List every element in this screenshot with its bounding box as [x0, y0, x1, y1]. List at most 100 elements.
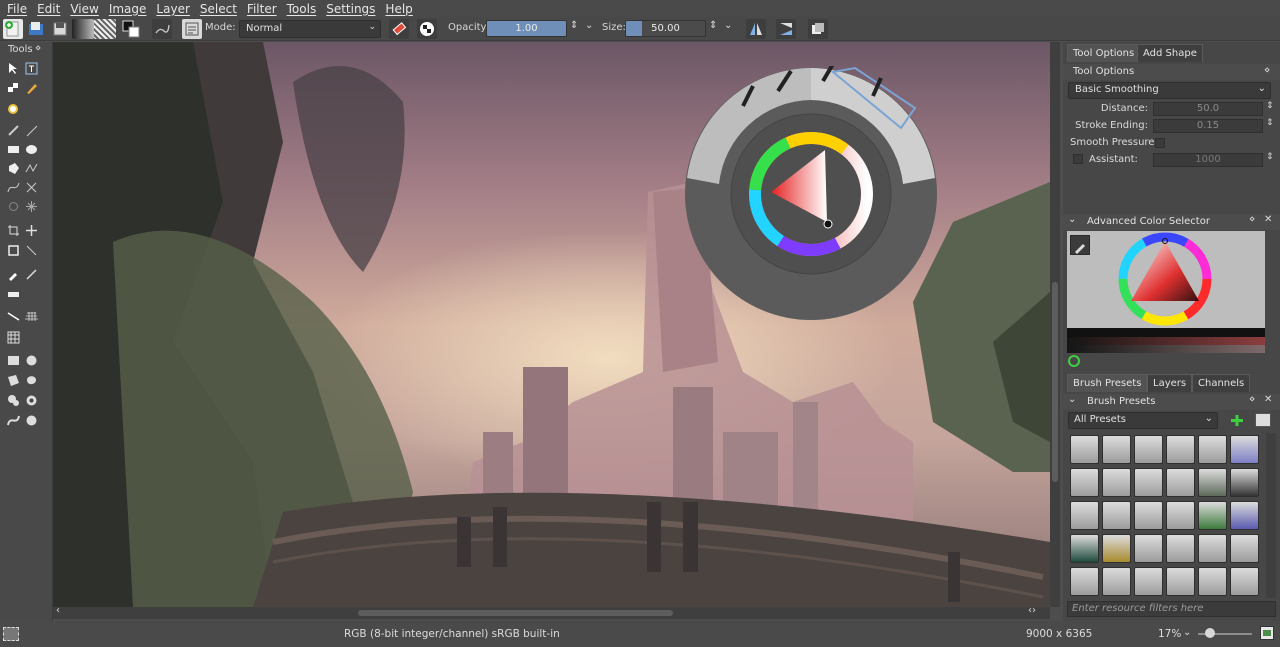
- distance-field[interactable]: 50.0: [1153, 102, 1263, 116]
- opacity-chevron-down-icon[interactable]: ⌄: [585, 20, 593, 31]
- size-chevron-down-icon[interactable]: ⌄: [724, 20, 732, 31]
- assistant-icon[interactable]: [25, 200, 38, 213]
- multibrush-icon[interactable]: [7, 200, 20, 213]
- menu-file[interactable]: File: [4, 2, 34, 16]
- menu-filter[interactable]: Filter: [244, 2, 284, 16]
- perspective-grid-icon[interactable]: [25, 310, 38, 323]
- selection-mode-icon[interactable]: [3, 627, 19, 641]
- magnetic-select-icon[interactable]: [25, 414, 38, 427]
- horizontal-scroll-thumb[interactable]: [358, 610, 673, 616]
- color-selector-close-icon[interactable]: ✕: [1264, 214, 1272, 225]
- gradient-swatch-icon[interactable]: [72, 19, 94, 39]
- brush-preset-tile[interactable]: [1166, 501, 1195, 530]
- tab-brush-presets[interactable]: Brush Presets: [1067, 374, 1148, 392]
- popup-palette[interactable]: [683, 62, 939, 322]
- zoom-value[interactable]: 17%: [1158, 628, 1181, 640]
- color-selector-float-icon[interactable]: ⋄: [1249, 214, 1255, 225]
- brush-preset-tile[interactable]: [1230, 468, 1259, 497]
- dynamic-brush-icon[interactable]: [25, 181, 38, 194]
- scroll-right-icon[interactable]: ‹›: [1028, 605, 1036, 616]
- ellipse-tool-icon[interactable]: [25, 143, 38, 156]
- brush-preset-tile[interactable]: [1102, 567, 1131, 596]
- history-colors-bar[interactable]: [1067, 328, 1265, 337]
- menu-help[interactable]: Help: [382, 2, 419, 16]
- preset-scrollbar[interactable]: [1266, 433, 1276, 598]
- move-tool-icon[interactable]: [25, 224, 38, 237]
- brush-preset-tile[interactable]: [1230, 567, 1259, 596]
- fill-tool-icon[interactable]: [7, 102, 20, 115]
- preset-view-mode-icon[interactable]: [1255, 413, 1271, 427]
- brush-preset-tile[interactable]: [1198, 567, 1227, 596]
- menu-select[interactable]: Select: [197, 2, 244, 16]
- resource-filter-input[interactable]: Enter resource filters here: [1067, 601, 1276, 617]
- similar-select-icon[interactable]: [25, 394, 38, 407]
- bezier-tool-icon[interactable]: [7, 181, 20, 194]
- brush-preset-tile[interactable]: [1166, 567, 1195, 596]
- select-shapes-icon[interactable]: [7, 62, 20, 75]
- fg-bg-color-icon[interactable]: [120, 19, 140, 39]
- menu-edit[interactable]: Edit: [34, 2, 67, 16]
- mirror-horizontal-icon[interactable]: [746, 19, 766, 39]
- zoom-chevron-down-icon[interactable]: ⌄: [1183, 627, 1191, 638]
- preset-tag-select[interactable]: All Presets ⌄: [1068, 412, 1218, 429]
- open-document-icon[interactable]: [26, 19, 46, 39]
- opacity-slider[interactable]: 1.00: [486, 20, 567, 37]
- assistant-field[interactable]: 1000: [1153, 153, 1263, 167]
- brush-preset-tile[interactable]: [1134, 501, 1163, 530]
- tab-add-shape[interactable]: Add Shape: [1137, 44, 1203, 62]
- polygon-select-icon[interactable]: [7, 374, 20, 387]
- assistant-checkbox[interactable]: [1073, 154, 1083, 164]
- brush-preset-tile[interactable]: [1102, 468, 1131, 497]
- brush-preset-tile[interactable]: [1070, 435, 1099, 464]
- stroke-ending-spin-icon[interactable]: ⇕: [1266, 118, 1274, 128]
- refresh-icon[interactable]: [1068, 355, 1080, 367]
- brush-preset-tile[interactable]: [1102, 501, 1131, 530]
- brush-preset-tile[interactable]: [1134, 435, 1163, 464]
- brush-preset-tile[interactable]: [1070, 501, 1099, 530]
- freehand-select-icon[interactable]: [25, 374, 38, 387]
- brush-preset-tile[interactable]: [1102, 435, 1131, 464]
- rect-select-icon[interactable]: [7, 354, 20, 367]
- brush-preset-tile[interactable]: [1198, 468, 1227, 497]
- calligraphy-icon[interactable]: [25, 82, 38, 95]
- eraser-mode-icon[interactable]: [389, 19, 409, 39]
- common-colors-bar[interactable]: [1067, 337, 1265, 345]
- brush-preset-tile[interactable]: [1230, 501, 1259, 530]
- canvas-vertical-scrollbar[interactable]: [1050, 42, 1060, 607]
- canvas-horizontal-scrollbar[interactable]: ‹ ‹›: [53, 605, 1050, 619]
- brush-preset-tile[interactable]: [1198, 534, 1227, 563]
- brush-preset-tile[interactable]: [1070, 468, 1099, 497]
- size-slider[interactable]: 50.00: [625, 20, 706, 37]
- color-picker-icon[interactable]: [1070, 235, 1090, 255]
- ellipse-select-icon[interactable]: [25, 354, 38, 367]
- smart-patch-icon[interactable]: [25, 268, 38, 281]
- blend-mode-select[interactable]: Normal ⌄: [239, 20, 381, 38]
- collapse-color-selector-icon[interactable]: ⌄: [1068, 214, 1076, 225]
- preserve-alpha-icon[interactable]: [417, 19, 437, 39]
- vertical-scroll-thumb[interactable]: [1052, 282, 1058, 482]
- rectangle-tool-icon[interactable]: [7, 143, 20, 156]
- brush-settings-icon[interactable]: [152, 19, 172, 39]
- polyline-tool-icon[interactable]: [25, 162, 38, 175]
- color-picker-icon[interactable]: [7, 268, 20, 281]
- brush-preset-tile[interactable]: [1198, 501, 1227, 530]
- fullscreen-icon[interactable]: [1260, 626, 1274, 640]
- collapse-brush-presets-icon[interactable]: ⌄: [1068, 394, 1076, 405]
- add-tag-icon[interactable]: [1227, 412, 1247, 429]
- menu-layer[interactable]: Layer: [153, 2, 196, 16]
- transform-tool-icon[interactable]: [7, 244, 20, 257]
- opacity-spin-icon[interactable]: ⇕: [570, 20, 578, 31]
- zoom-slider-handle[interactable]: [1205, 628, 1215, 638]
- measure-tool-icon[interactable]: [25, 244, 38, 257]
- tab-layers[interactable]: Layers: [1147, 374, 1193, 392]
- freehand-brush-icon[interactable]: [7, 124, 20, 137]
- tool-options-float-icon[interactable]: ⋄: [1264, 65, 1270, 76]
- brush-preset-tile[interactable]: [1070, 534, 1099, 563]
- menu-settings[interactable]: Settings: [323, 2, 382, 16]
- brush-preset-tile[interactable]: [1166, 534, 1195, 563]
- smooth-pressure-checkbox[interactable]: [1155, 138, 1165, 148]
- new-document-icon[interactable]: [3, 19, 23, 39]
- brush-presets-close-icon[interactable]: ✕: [1264, 394, 1272, 405]
- polygon-tool-icon[interactable]: [7, 162, 20, 175]
- recent-colors-bar[interactable]: [1067, 345, 1265, 353]
